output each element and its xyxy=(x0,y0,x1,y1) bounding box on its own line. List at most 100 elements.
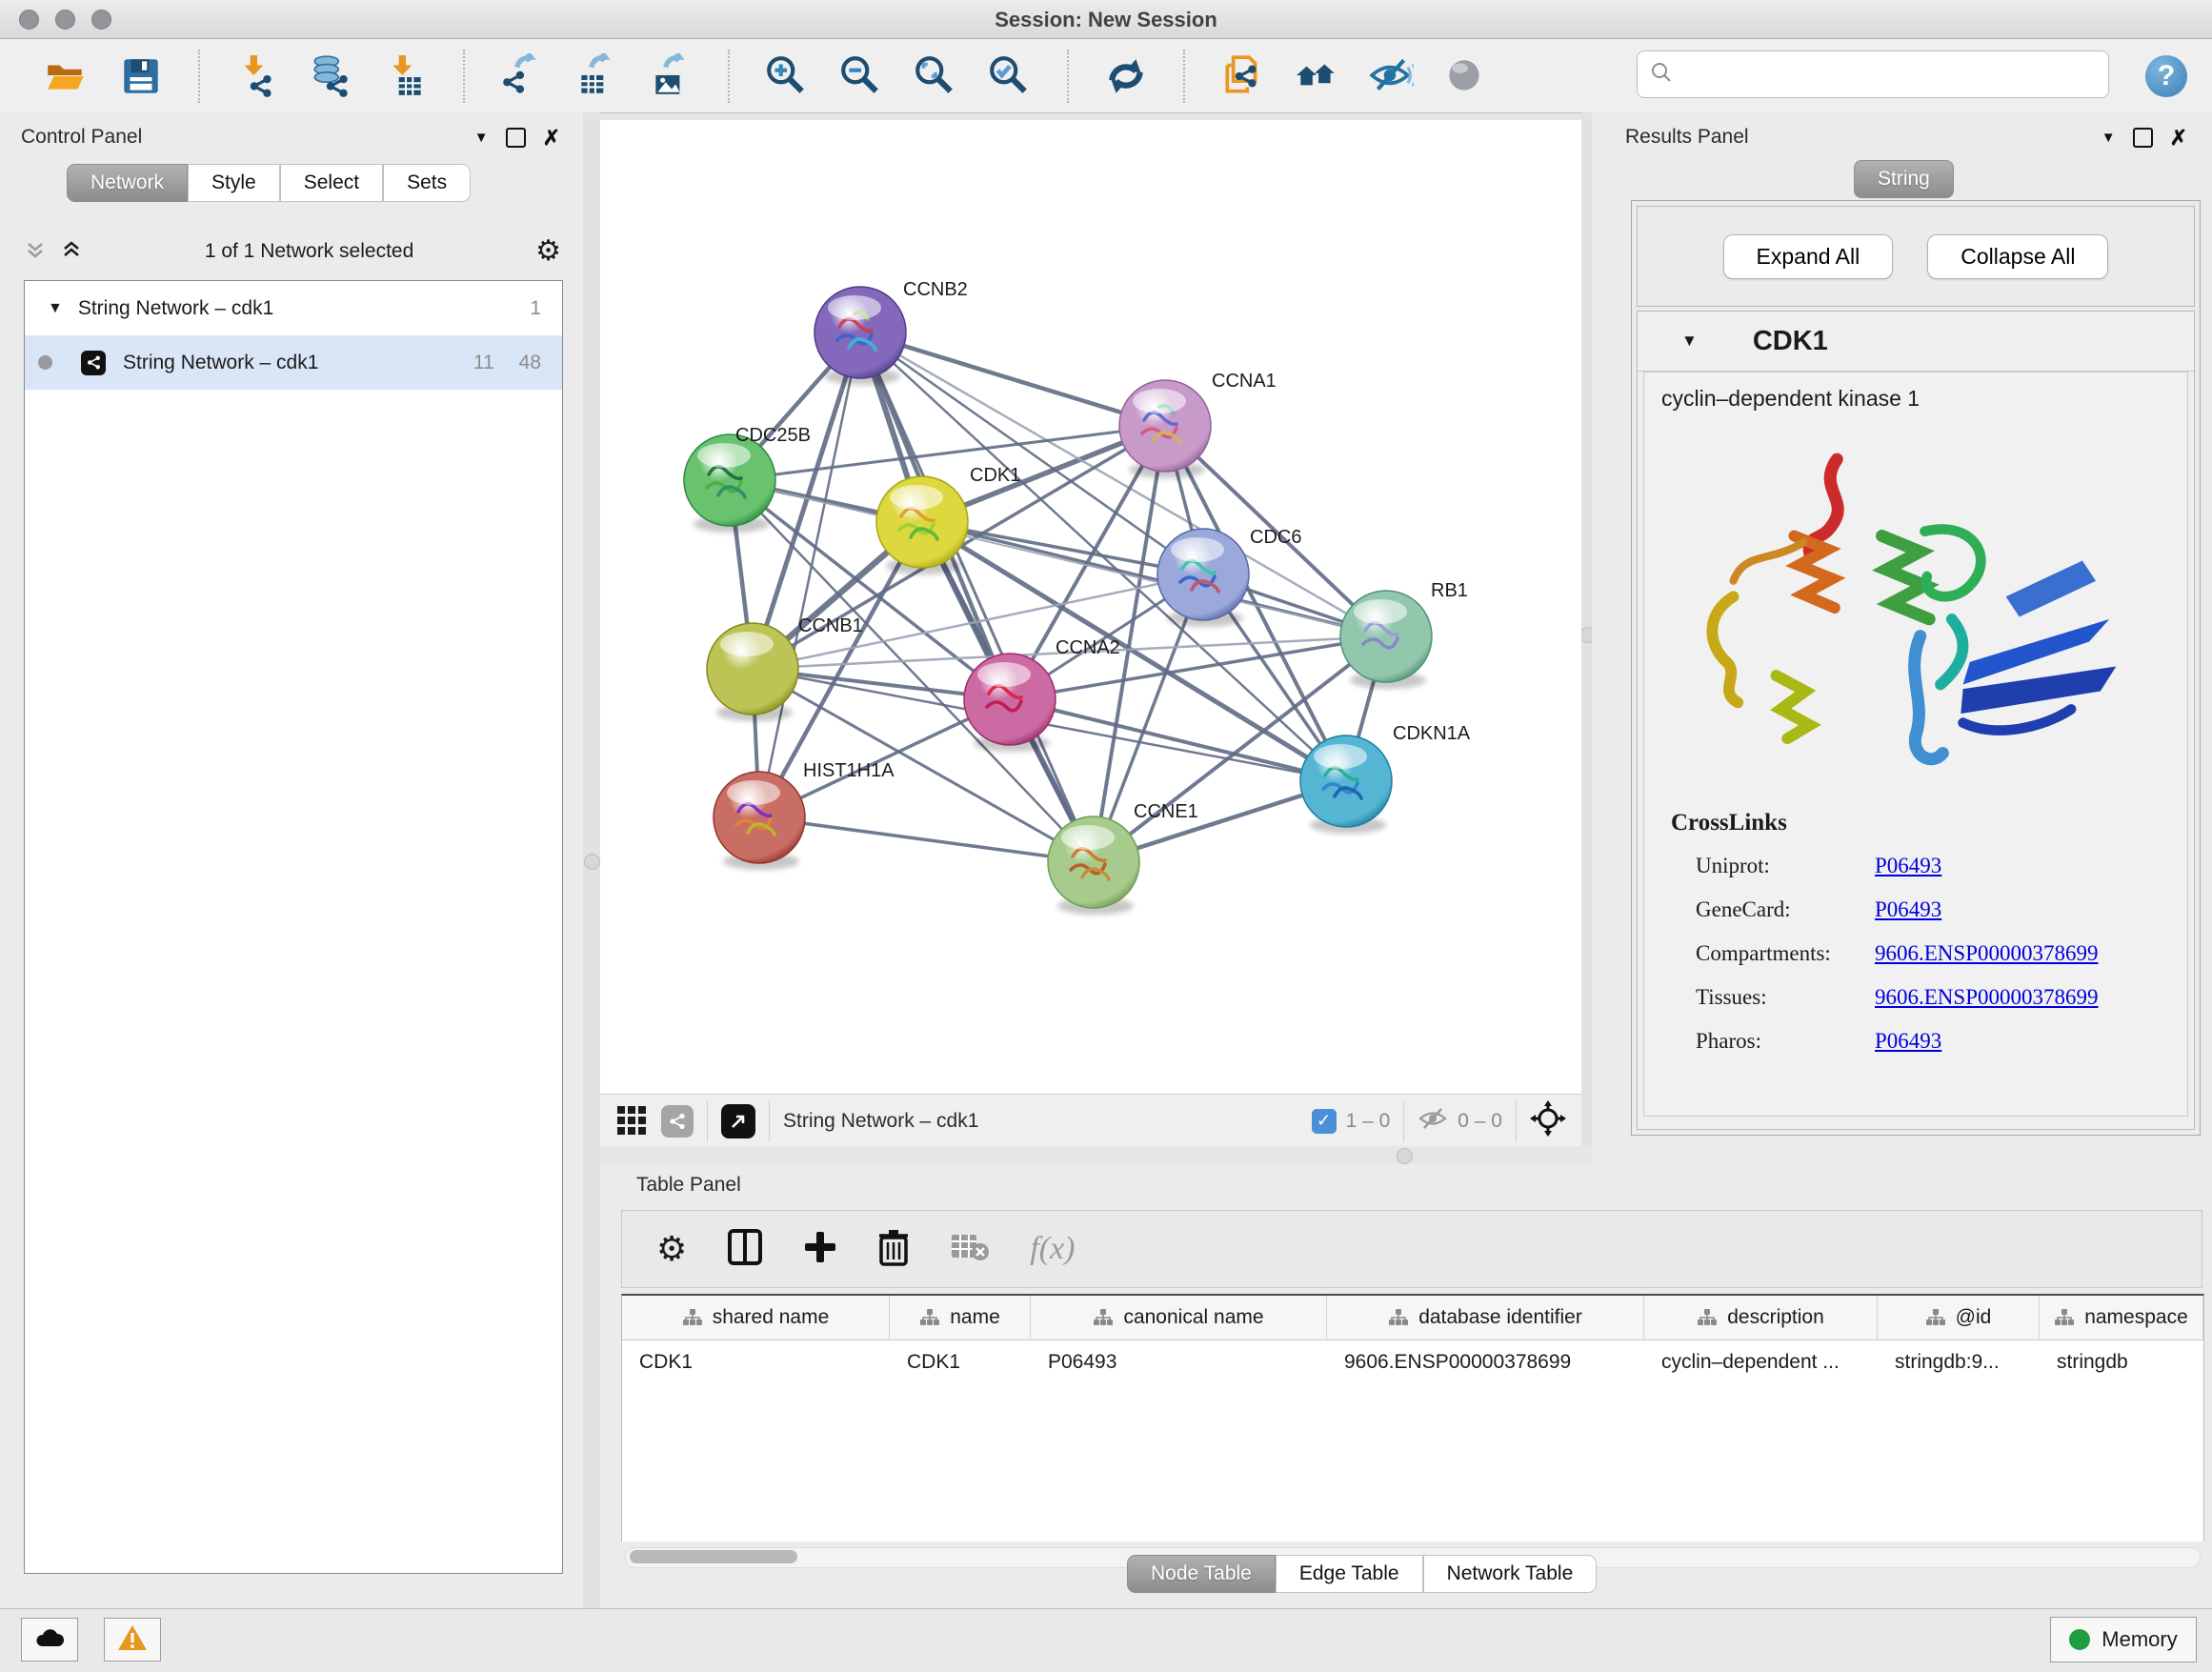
string-view-icon[interactable] xyxy=(661,1105,694,1138)
show-columns-icon[interactable] xyxy=(727,1228,763,1271)
hide-selected-icon[interactable] xyxy=(1366,51,1416,101)
delete-column-trash-icon[interactable] xyxy=(877,1228,910,1271)
node-CCNA2[interactable] xyxy=(964,654,1056,752)
help-button[interactable]: ? xyxy=(2145,55,2187,97)
import-network-file-icon[interactable] xyxy=(232,51,282,101)
crosslink-link[interactable]: P06493 xyxy=(1875,897,1941,922)
crosslink-link[interactable]: P06493 xyxy=(1875,854,1941,878)
search-icon xyxy=(1649,60,1674,90)
column-header-canonical-name[interactable]: canonical name xyxy=(1031,1296,1327,1340)
panel-close-icon[interactable]: ✗ xyxy=(2170,130,2187,146)
edge-CCNB2-HIST1H1A[interactable] xyxy=(759,332,860,817)
table-cell[interactable]: stringdb:9... xyxy=(1878,1340,2040,1384)
network-row[interactable]: String Network – cdk1 11 48 xyxy=(25,335,562,390)
zoom-in-icon[interactable] xyxy=(762,51,812,101)
column-header-name[interactable]: name xyxy=(890,1296,1031,1340)
show-all-icon[interactable] xyxy=(1440,51,1490,101)
panel-menu-icon[interactable]: ▼ xyxy=(2101,130,2116,146)
table-cell[interactable]: stringdb xyxy=(2040,1340,2203,1384)
tab-edge-table[interactable]: Edge Table xyxy=(1276,1555,1423,1593)
gene-section-header[interactable]: ▼ CDK1 xyxy=(1638,312,2194,372)
expand-all-button[interactable]: Expand All xyxy=(1723,234,1894,279)
column-header-database-identifier[interactable]: database identifier xyxy=(1327,1296,1644,1340)
node-CCNE1[interactable] xyxy=(1048,816,1139,915)
collapse-all-button[interactable]: Collapse All xyxy=(1927,234,2108,279)
crosslink-link[interactable]: P06493 xyxy=(1875,1029,1941,1054)
panel-close-icon[interactable]: ✗ xyxy=(543,130,560,146)
import-table-file-icon[interactable] xyxy=(381,51,431,101)
cloud-button[interactable] xyxy=(21,1618,78,1662)
import-network-database-icon[interactable] xyxy=(307,51,356,101)
save-session-icon[interactable] xyxy=(116,51,166,101)
table-cell[interactable]: CDK1 xyxy=(890,1340,1031,1384)
node-HIST1H1A[interactable] xyxy=(714,772,805,870)
search-input[interactable] xyxy=(1674,63,2078,87)
scrollbar-thumb[interactable] xyxy=(630,1550,797,1563)
table-row[interactable]: CDK1CDK1P064939606.ENSP00000378699cyclin… xyxy=(622,1340,2203,1384)
add-column-icon[interactable] xyxy=(803,1230,837,1269)
network-options-gear-icon[interactable]: ⚙ xyxy=(535,237,561,266)
bottom-splitter-handle[interactable] xyxy=(1397,1148,1413,1164)
expand-all-networks-icon[interactable] xyxy=(60,238,83,266)
edge-HIST1H1A-CCNE1[interactable] xyxy=(759,817,1094,862)
table-settings-gear-icon[interactable]: ⚙ xyxy=(656,1232,687,1266)
tab-network[interactable]: Network xyxy=(67,164,188,202)
node-CDKN1A[interactable] xyxy=(1300,735,1392,834)
panel-float-icon[interactable] xyxy=(2133,128,2153,148)
status-bar: Memory xyxy=(0,1608,2212,1672)
node-CDC25B[interactable] xyxy=(684,434,775,533)
memory-button[interactable]: Memory xyxy=(2050,1617,2197,1662)
network-collection-row[interactable]: ▼ String Network – cdk1 1 xyxy=(25,281,562,335)
crosslink-link[interactable]: 9606.ENSP00000378699 xyxy=(1875,941,2099,966)
tab-string[interactable]: String xyxy=(1854,160,1954,198)
clone-network-icon[interactable] xyxy=(1217,51,1267,101)
node-table[interactable]: shared namenamecanonical namedatabase id… xyxy=(621,1294,2204,1541)
tab-node-table[interactable]: Node Table xyxy=(1127,1555,1276,1593)
table-cell[interactable]: P06493 xyxy=(1031,1340,1327,1384)
node-CCNA1[interactable] xyxy=(1119,380,1211,478)
refresh-view-icon[interactable] xyxy=(1101,51,1151,101)
zoom-selected-icon[interactable] xyxy=(985,51,1035,101)
search-field[interactable] xyxy=(1637,50,2109,98)
table-cell[interactable]: CDK1 xyxy=(622,1340,890,1384)
export-table-icon[interactable] xyxy=(572,51,621,101)
network-graph[interactable]: CCNB2 CCNA1 CDC25B CDK1 CDC6 RB1 CCNB1 xyxy=(600,120,1581,1094)
export-network-icon[interactable] xyxy=(497,51,547,101)
zoom-fit-icon[interactable] xyxy=(911,51,960,101)
crosslink-link[interactable]: 9606.ENSP00000378699 xyxy=(1875,985,2099,1010)
open-in-new-window-icon[interactable] xyxy=(721,1104,755,1138)
column-header-description[interactable]: description xyxy=(1644,1296,1878,1340)
crosslinks-heading: CrossLinks xyxy=(1644,800,2187,844)
edge-CCNB2-CCNE1[interactable] xyxy=(860,332,1094,862)
table-cell[interactable]: 9606.ENSP00000378699 xyxy=(1327,1340,1644,1384)
tab-sets[interactable]: Sets xyxy=(383,164,471,202)
collection-expand-icon[interactable]: ▼ xyxy=(48,300,63,317)
birdseye-view-icon[interactable] xyxy=(615,1102,648,1140)
tab-network-table[interactable]: Network Table xyxy=(1423,1555,1598,1593)
edge-CCNB2-CCNA1[interactable] xyxy=(860,332,1165,426)
edge-CCNA2-CDKN1A[interactable] xyxy=(1010,699,1346,781)
table-cell[interactable]: cyclin–dependent ... xyxy=(1644,1340,1878,1384)
first-neighbors-icon[interactable] xyxy=(1292,51,1341,101)
column-header-namespace[interactable]: namespace xyxy=(2040,1296,2203,1340)
open-session-icon[interactable] xyxy=(42,51,91,101)
network-canvas[interactable]: CCNB2 CCNA1 CDC25B CDK1 CDC6 RB1 CCNB1 xyxy=(600,120,1581,1094)
collapse-all-networks-icon[interactable] xyxy=(24,238,47,266)
panel-menu-icon[interactable]: ▼ xyxy=(474,130,489,146)
column-header--id[interactable]: @id xyxy=(1878,1296,2040,1340)
export-image-icon[interactable] xyxy=(646,51,695,101)
warning-button[interactable] xyxy=(104,1618,161,1662)
selected-checkbox-icon[interactable]: ✓ xyxy=(1312,1109,1337,1134)
node-RB1[interactable] xyxy=(1340,591,1432,689)
zoom-out-icon[interactable] xyxy=(836,51,886,101)
node-label-CCNA2: CCNA2 xyxy=(1056,637,1120,658)
left-splitter-handle[interactable] xyxy=(584,854,600,870)
gene-collapse-icon[interactable]: ▼ xyxy=(1681,332,1698,351)
fit-content-crosshair-icon[interactable] xyxy=(1530,1100,1566,1142)
panel-float-icon[interactable] xyxy=(506,128,526,148)
tab-select[interactable]: Select xyxy=(280,164,383,202)
node-CCNB1[interactable] xyxy=(707,623,798,721)
tab-style[interactable]: Style xyxy=(188,164,280,202)
node-CDC6[interactable] xyxy=(1157,529,1249,627)
column-header-shared-name[interactable]: shared name xyxy=(622,1296,890,1340)
